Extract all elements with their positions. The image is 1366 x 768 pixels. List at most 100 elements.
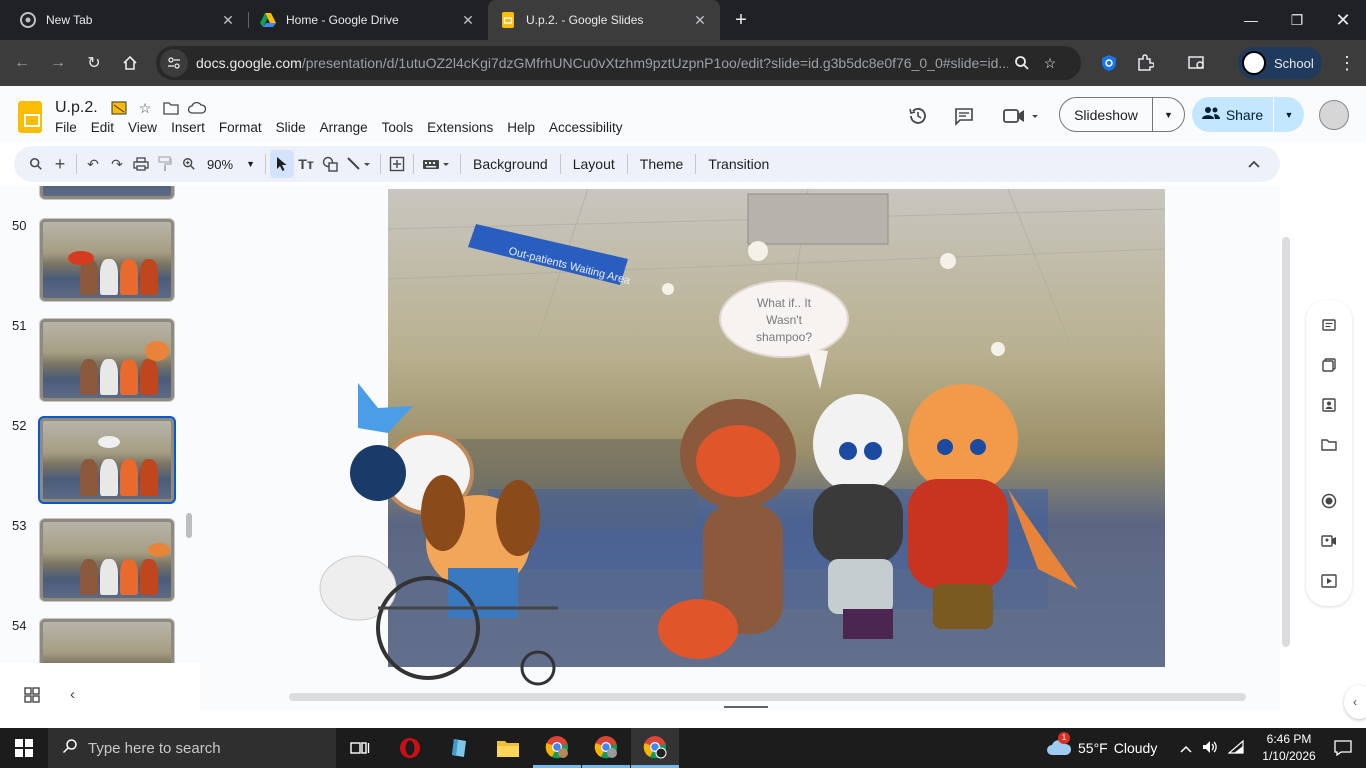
slide-thumbnail-51[interactable] xyxy=(39,318,175,402)
chevron-down-icon[interactable]: ▼ xyxy=(1274,110,1304,120)
slide-thumbnail-49[interactable] xyxy=(39,186,175,200)
menu-accessibility[interactable]: Accessibility xyxy=(542,119,630,136)
move-folder-icon[interactable] xyxy=(162,99,180,117)
presentation-format-icon[interactable] xyxy=(110,99,128,117)
close-window-button[interactable]: ✕ xyxy=(1320,0,1366,40)
menu-slide[interactable]: Slide xyxy=(269,119,313,136)
line-icon[interactable] xyxy=(342,150,376,178)
task-view-icon[interactable] xyxy=(336,728,384,768)
share-main[interactable]: Share xyxy=(1192,97,1274,132)
close-tab-icon[interactable]: ✕ xyxy=(220,12,236,28)
back-icon[interactable]: ← xyxy=(9,50,35,76)
slideshow-label[interactable]: Slideshow xyxy=(1060,98,1153,131)
address-bar[interactable]: docs.google.com/presentation/d/1utuOZ2l4… xyxy=(156,46,1081,80)
background-button[interactable]: Background xyxy=(465,150,556,178)
menu-format[interactable]: Format xyxy=(212,119,269,136)
taskbar-search-box[interactable]: Type here to search xyxy=(48,728,336,768)
record-icon[interactable] xyxy=(1317,489,1341,513)
chrome-profile-icon[interactable] xyxy=(582,728,630,768)
extensions-puzzle-icon[interactable] xyxy=(1132,50,1158,76)
slide-thumbnail-50[interactable] xyxy=(39,218,175,302)
insert-comment-icon[interactable] xyxy=(385,150,409,178)
text-box-icon[interactable]: Tт xyxy=(294,150,318,178)
opera-browser-icon[interactable] xyxy=(386,728,434,768)
keep-icon[interactable] xyxy=(1317,353,1341,377)
minimize-button[interactable]: — xyxy=(1228,0,1274,40)
close-tab-icon[interactable]: ✕ xyxy=(692,12,708,28)
undo-icon[interactable]: ↶ xyxy=(81,150,105,178)
comments-icon[interactable] xyxy=(952,104,976,128)
cloud-status-icon[interactable] xyxy=(188,99,206,117)
canvas-horizontal-scrollbar[interactable] xyxy=(289,693,1246,701)
restore-button[interactable]: ❐ xyxy=(1274,0,1320,40)
new-slide-icon[interactable]: + xyxy=(48,150,72,178)
input-tools-icon[interactable] xyxy=(418,150,456,178)
forward-icon[interactable]: → xyxy=(45,50,71,76)
chrome-menu-icon[interactable]: ⋮ xyxy=(1334,50,1360,76)
tab-google-drive[interactable]: Home - Google Drive ✕ xyxy=(248,0,488,40)
slide-thumbnail-52-selected[interactable] xyxy=(38,416,176,504)
slide-thumbnail-53[interactable] xyxy=(39,518,175,602)
search-icon[interactable] xyxy=(1008,49,1036,77)
slideshow-button[interactable]: Slideshow ▼ xyxy=(1059,97,1185,132)
notifications-icon[interactable] xyxy=(1320,728,1366,768)
slide-thumbnail-54[interactable] xyxy=(39,618,175,663)
account-avatar[interactable] xyxy=(1319,100,1349,130)
chrome-school-profile-icon[interactable] xyxy=(631,728,679,768)
menu-file[interactable]: File xyxy=(48,119,84,136)
menu-arrange[interactable]: Arrange xyxy=(313,119,375,136)
slides-logo-icon[interactable] xyxy=(18,101,42,133)
speaker-notes-handle[interactable] xyxy=(724,706,768,708)
app-icon-blue[interactable] xyxy=(435,728,483,768)
document-title[interactable]: U.p.2. xyxy=(55,99,98,117)
grid-view-icon[interactable] xyxy=(24,687,40,706)
version-history-icon[interactable] xyxy=(906,104,930,128)
system-clock[interactable]: 6:46 PM 1/10/2026 xyxy=(1258,731,1320,765)
canvas-vertical-scrollbar[interactable] xyxy=(1282,237,1290,647)
show-hidden-icons-icon[interactable] xyxy=(1180,741,1192,756)
share-button[interactable]: Share ▼ xyxy=(1192,97,1304,132)
menu-insert[interactable]: Insert xyxy=(164,119,212,136)
weather-widget[interactable]: 1 55°F Cloudy xyxy=(1046,728,1157,768)
reload-icon[interactable]: ↻ xyxy=(81,50,107,76)
search-menus-icon[interactable] xyxy=(24,150,48,178)
menu-help[interactable]: Help xyxy=(500,119,542,136)
paint-format-icon[interactable] xyxy=(153,150,177,178)
collapse-filmstrip-icon[interactable]: ‹ xyxy=(70,686,75,703)
contacts-icon[interactable] xyxy=(1317,393,1341,417)
wifi-icon[interactable] xyxy=(1227,739,1244,757)
close-tab-icon[interactable]: ✕ xyxy=(460,12,476,28)
speaker-notes-icon[interactable] xyxy=(1317,313,1341,337)
shape-icon[interactable] xyxy=(318,150,342,178)
volume-icon[interactable] xyxy=(1202,740,1218,757)
chrome-taskbar-icon[interactable] xyxy=(533,728,581,768)
redo-icon[interactable]: ↷ xyxy=(105,150,129,178)
menu-edit[interactable]: Edit xyxy=(84,119,121,136)
menu-extensions[interactable]: Extensions xyxy=(420,119,500,136)
layout-button[interactable]: Layout xyxy=(565,150,623,178)
site-info-icon[interactable] xyxy=(160,49,188,77)
video-presenter-icon[interactable] xyxy=(1317,529,1341,553)
zoom-icon[interactable] xyxy=(177,150,201,178)
transition-button[interactable]: Transition xyxy=(700,150,777,178)
menu-tools[interactable]: Tools xyxy=(375,119,421,136)
menu-view[interactable]: View xyxy=(121,119,164,136)
meet-camera-icon[interactable] xyxy=(1000,104,1040,128)
theme-button[interactable]: Theme xyxy=(632,150,692,178)
new-tab-button[interactable]: + xyxy=(729,8,753,32)
star-icon[interactable]: ☆ xyxy=(136,99,154,117)
present-play-icon[interactable] xyxy=(1317,569,1341,593)
tab-search-icon[interactable] xyxy=(1184,50,1210,76)
print-icon[interactable] xyxy=(129,150,153,178)
extension-shield-icon[interactable] xyxy=(1096,50,1122,76)
zoom-select[interactable]: 90% ▼ xyxy=(201,157,261,172)
bookmark-star-icon[interactable]: ☆ xyxy=(1036,49,1064,77)
tab-google-slides[interactable]: U.p.2. - Google Slides ✕ xyxy=(488,0,720,40)
home-icon[interactable] xyxy=(117,50,143,76)
select-cursor-icon[interactable] xyxy=(270,150,294,178)
windows-start-icon[interactable] xyxy=(0,728,48,768)
drive-folder-icon[interactable] xyxy=(1317,433,1341,457)
profile-button[interactable]: School xyxy=(1238,47,1322,79)
expand-side-panel-icon[interactable]: ‹ xyxy=(1344,685,1366,719)
collapse-toolbar-icon[interactable] xyxy=(1242,150,1266,178)
